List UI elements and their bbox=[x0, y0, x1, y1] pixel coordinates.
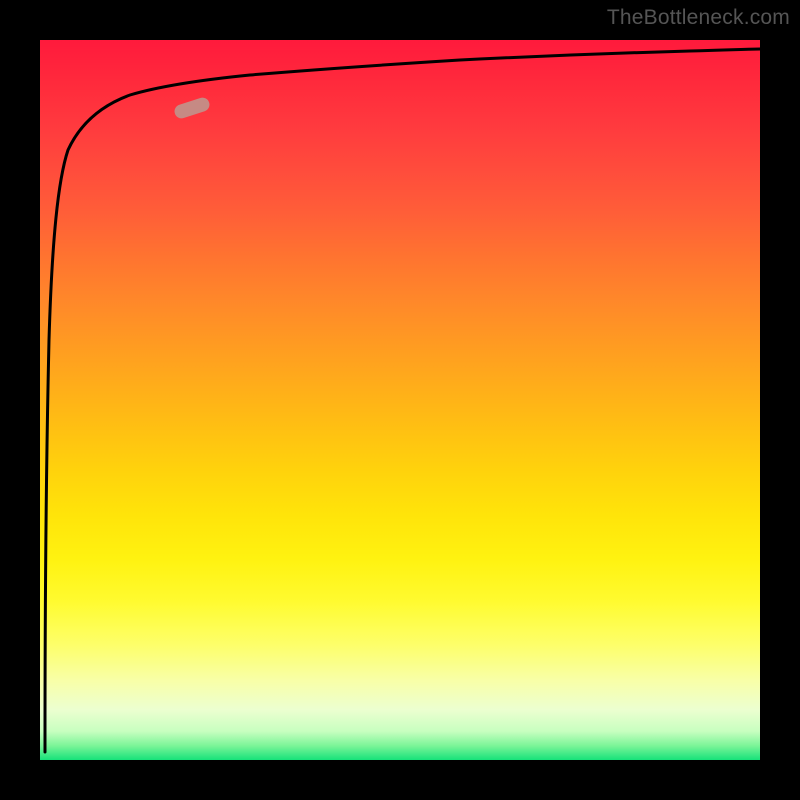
curve-marker bbox=[173, 96, 212, 120]
attribution-label: TheBottleneck.com bbox=[607, 6, 790, 30]
curve-svg bbox=[40, 40, 760, 760]
main-curve bbox=[45, 49, 760, 752]
plot-area bbox=[40, 40, 760, 760]
chart-stage: TheBottleneck.com bbox=[0, 0, 800, 800]
marker-pill bbox=[173, 96, 212, 120]
